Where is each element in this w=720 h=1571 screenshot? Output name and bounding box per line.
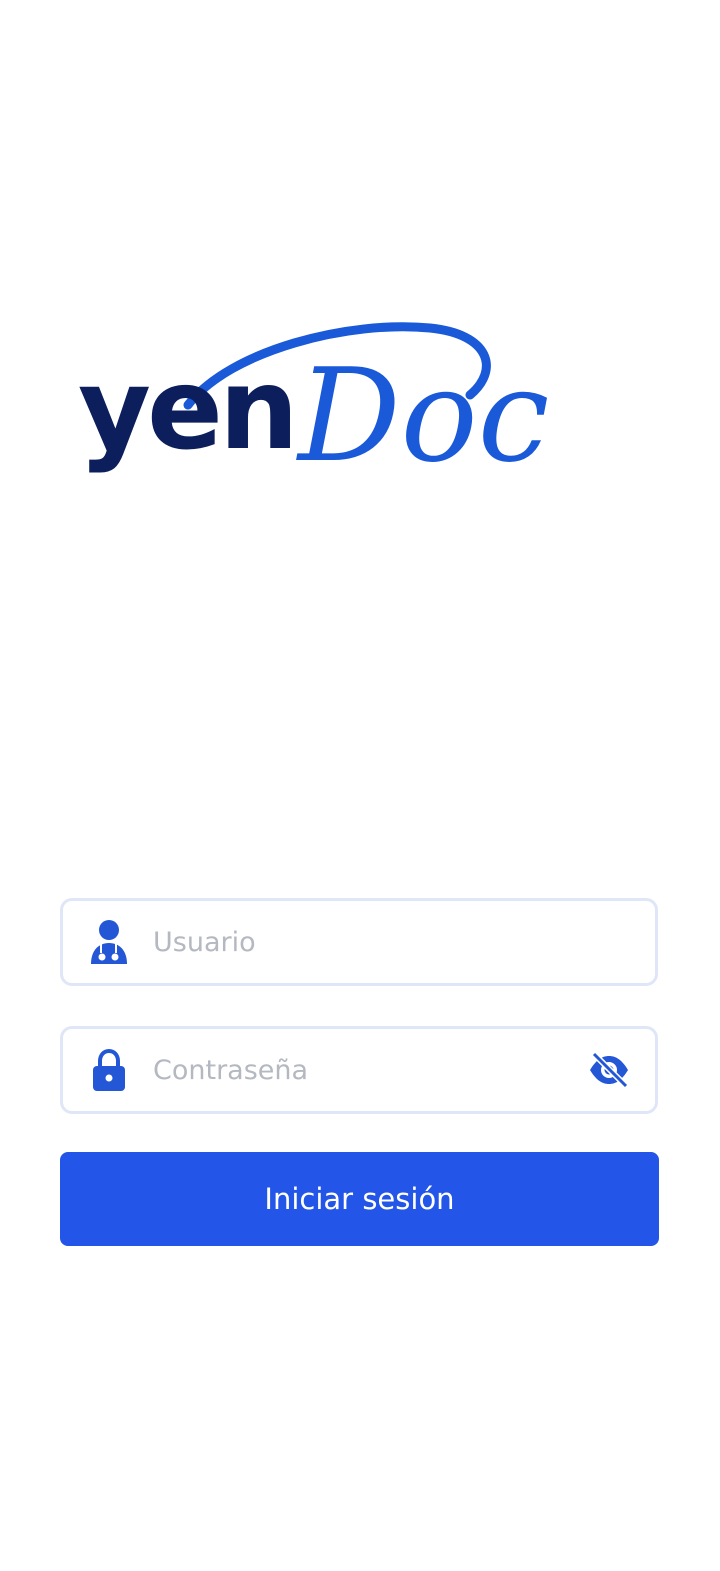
login-button[interactable]: Iniciar sesión	[60, 1152, 659, 1246]
logo-text-doc: Doc	[296, 342, 549, 491]
doctor-user-icon	[89, 920, 129, 964]
username-input[interactable]	[153, 912, 631, 972]
username-field	[60, 898, 658, 986]
password-input[interactable]	[153, 1040, 587, 1100]
yendoc-logo: yen Doc	[70, 310, 650, 500]
login-form: Iniciar sesión	[60, 898, 660, 1246]
lock-icon	[89, 1048, 129, 1092]
logo-text-yen: yen	[78, 345, 295, 475]
password-field	[60, 1026, 658, 1114]
eye-slash-icon[interactable]	[587, 1050, 631, 1090]
